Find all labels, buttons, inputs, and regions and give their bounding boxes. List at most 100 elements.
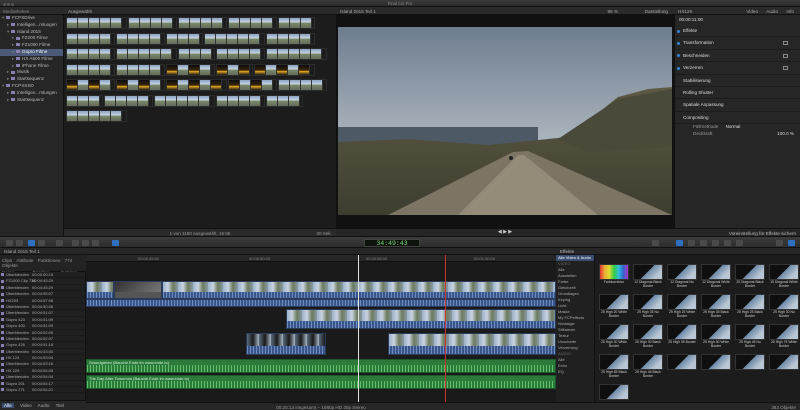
playhead[interactable] xyxy=(358,255,359,402)
camera-icon[interactable] xyxy=(688,240,695,246)
effect-thumbnail[interactable]: 25 High 25 White Border xyxy=(666,294,698,321)
clip-filmstrip[interactable] xyxy=(66,48,115,60)
music-track[interactable]: Soundgarten (Bauche Ende im www.ende.to) xyxy=(86,359,556,373)
transitions-icon[interactable] xyxy=(776,240,783,246)
clip-filmstrip[interactable] xyxy=(166,79,227,91)
effect-thumbnail[interactable]: 15 Diagonal White Border xyxy=(768,264,800,291)
library-item[interactable]: ▸ Gopro Filme xyxy=(0,48,63,56)
index-tab-roles[interactable]: Funktionen xyxy=(38,258,61,263)
effect-thumbnail[interactable]: 25 High 75 White Border xyxy=(768,324,800,351)
project-name[interactable]: Island 2015 Teil 1 xyxy=(4,249,40,254)
titles-icon[interactable] xyxy=(712,240,719,246)
background-tasks-icon[interactable] xyxy=(676,240,683,246)
inspector-section-transform[interactable]: Transformation xyxy=(675,37,800,50)
library-item[interactable]: ▸ Musik xyxy=(0,69,63,76)
clip-filmstrip[interactable] xyxy=(166,32,203,45)
enable-toggle-icon[interactable] xyxy=(677,66,680,70)
effects-icon[interactable] xyxy=(788,240,795,246)
effect-thumbnail[interactable]: 25 High 35 Border xyxy=(666,324,698,351)
clip-browser[interactable] xyxy=(64,15,336,228)
search-icon[interactable] xyxy=(56,240,63,246)
timeline[interactable]: 00:00:45:00 00:00:50:00 00:00:55:00 00:01:0… xyxy=(86,255,556,402)
libraries-sidebar[interactable]: ▾ FCPXDrive ▸ Intelligen...mlungen ▾ Island 2… xyxy=(0,15,64,236)
blend-mode-select[interactable]: Normal xyxy=(726,124,741,129)
clip-filmstrip[interactable] xyxy=(278,17,315,29)
import-icon[interactable] xyxy=(6,240,13,246)
clip-filmstrip[interactable] xyxy=(116,48,177,60)
library-item[interactable]: ▾ Island 2015 xyxy=(0,29,63,36)
music-track[interactable]: The Day After Tomorrow (Bauche Ende im w… xyxy=(86,375,556,389)
enable-toggle-icon[interactable] xyxy=(677,41,680,45)
filter-video[interactable]: Video xyxy=(20,403,32,408)
browser-toggle-icon[interactable] xyxy=(38,240,45,246)
filter-audio[interactable]: Audio xyxy=(38,403,50,408)
effect-thumbnail[interactable]: 25 High 30 White Border xyxy=(598,324,630,351)
key-icon[interactable] xyxy=(16,240,23,246)
library-item[interactable]: ▸ Startsequenz xyxy=(0,97,63,104)
effect-thumbnail[interactable]: 25 High 30 Black Border xyxy=(632,324,664,351)
clip-filmstrip[interactable] xyxy=(66,63,115,76)
effect-thumbnail[interactable]: 25 High 35 No Border xyxy=(632,294,664,321)
clip-filmstrip[interactable] xyxy=(66,79,115,91)
clip-filmstrip[interactable] xyxy=(66,17,127,29)
append-icon[interactable] xyxy=(72,240,79,246)
clip-filmstrip[interactable] xyxy=(116,79,165,91)
onscreen-control-icon[interactable] xyxy=(783,41,788,46)
timeline-clip[interactable] xyxy=(86,281,114,299)
clip-filmstrip[interactable] xyxy=(66,110,127,122)
inspector-section-rolling-shutter[interactable]: Rolling Shutter xyxy=(675,87,800,100)
timeline-clip[interactable] xyxy=(162,281,556,299)
clip-filmstrip[interactable] xyxy=(116,32,165,45)
library-item[interactable]: ▸ Startsequenz xyxy=(0,76,63,83)
clip-filmstrip[interactable] xyxy=(278,79,327,91)
clip-filmstrip[interactable] xyxy=(128,17,177,29)
onscreen-control-icon[interactable] xyxy=(783,53,788,58)
clip-filmstrip[interactable] xyxy=(166,63,215,76)
effect-thumbnail[interactable] xyxy=(666,354,698,381)
effect-thumbnail[interactable]: 25 High 30 No Border xyxy=(768,294,800,321)
inspector-panel[interactable]: 00:00:11:00 Effekte Transformation Besch… xyxy=(674,15,800,228)
skimmer[interactable] xyxy=(445,255,446,402)
display-menu[interactable]: Darstellung xyxy=(645,9,668,14)
enable-toggle-icon[interactable] xyxy=(677,54,680,58)
play-button[interactable]: ◀ ▶ ▶ xyxy=(498,229,512,235)
viewer-zoom[interactable]: 96 % xyxy=(608,9,618,14)
themes-icon[interactable] xyxy=(736,240,743,246)
inspector-section-effects[interactable]: Effekte xyxy=(675,25,800,38)
effect-thumbnail[interactable]: 25 High 45 Black Border xyxy=(632,354,664,381)
connected-clip[interactable] xyxy=(388,333,556,355)
connected-clip[interactable] xyxy=(246,333,326,355)
primary-audio-track[interactable] xyxy=(86,299,556,307)
effect-thumbnail[interactable]: 25 High 35 Black Border xyxy=(700,294,732,321)
opacity-value[interactable]: 100.0 % xyxy=(777,131,794,138)
insert-icon[interactable] xyxy=(82,240,89,246)
clip-filmstrip[interactable] xyxy=(266,32,315,45)
library-item[interactable]: ▸ iPhone Filme xyxy=(0,63,63,70)
share-icon[interactable] xyxy=(652,240,659,246)
browser-zoom[interactable]: 30 Sek. xyxy=(316,231,332,236)
onscreen-control-icon[interactable] xyxy=(783,66,788,71)
opacity-row[interactable]: Deckkraft 100.0 % xyxy=(675,131,800,138)
effect-thumbnail[interactable] xyxy=(598,384,630,400)
clip-filmstrip[interactable] xyxy=(204,32,265,45)
clip-filmstrip[interactable] xyxy=(266,94,303,107)
effect-thumbnail[interactable]: Farbkorrektur xyxy=(598,264,630,291)
effect-category[interactable]: EQ xyxy=(556,369,594,375)
transition-clip[interactable] xyxy=(114,281,162,299)
index-tab-attributes[interactable]: Attribute xyxy=(16,258,33,263)
clip-filmstrip[interactable] xyxy=(216,94,265,107)
tab-info[interactable]: Info xyxy=(786,9,794,14)
inspector-section-spatial[interactable]: Spatiale Anpassung xyxy=(675,99,800,112)
effect-thumbnail[interactable]: 12 Diagonal No Border xyxy=(666,264,698,291)
music-icon[interactable] xyxy=(700,240,707,246)
clip-filmstrip[interactable] xyxy=(228,79,277,91)
effect-thumbnail[interactable]: 25 High 85 Black Border xyxy=(598,354,630,381)
effect-thumbnail[interactable]: 20 Diagonal Black Border xyxy=(734,264,766,291)
clip-filmstrip[interactable] xyxy=(116,63,165,76)
timecode-display[interactable]: 34:49:43 xyxy=(364,238,420,247)
inspector-section-crop[interactable]: Beschneiden xyxy=(675,50,800,63)
effect-thumbnail[interactable] xyxy=(700,354,732,381)
effect-thumbnail[interactable] xyxy=(768,354,800,381)
effects-categories[interactable]: Alle Video & Audio VIDEO Alle Ausstellen Far… xyxy=(556,255,595,402)
inspector-section-compositing[interactable]: Compositing xyxy=(675,112,800,125)
